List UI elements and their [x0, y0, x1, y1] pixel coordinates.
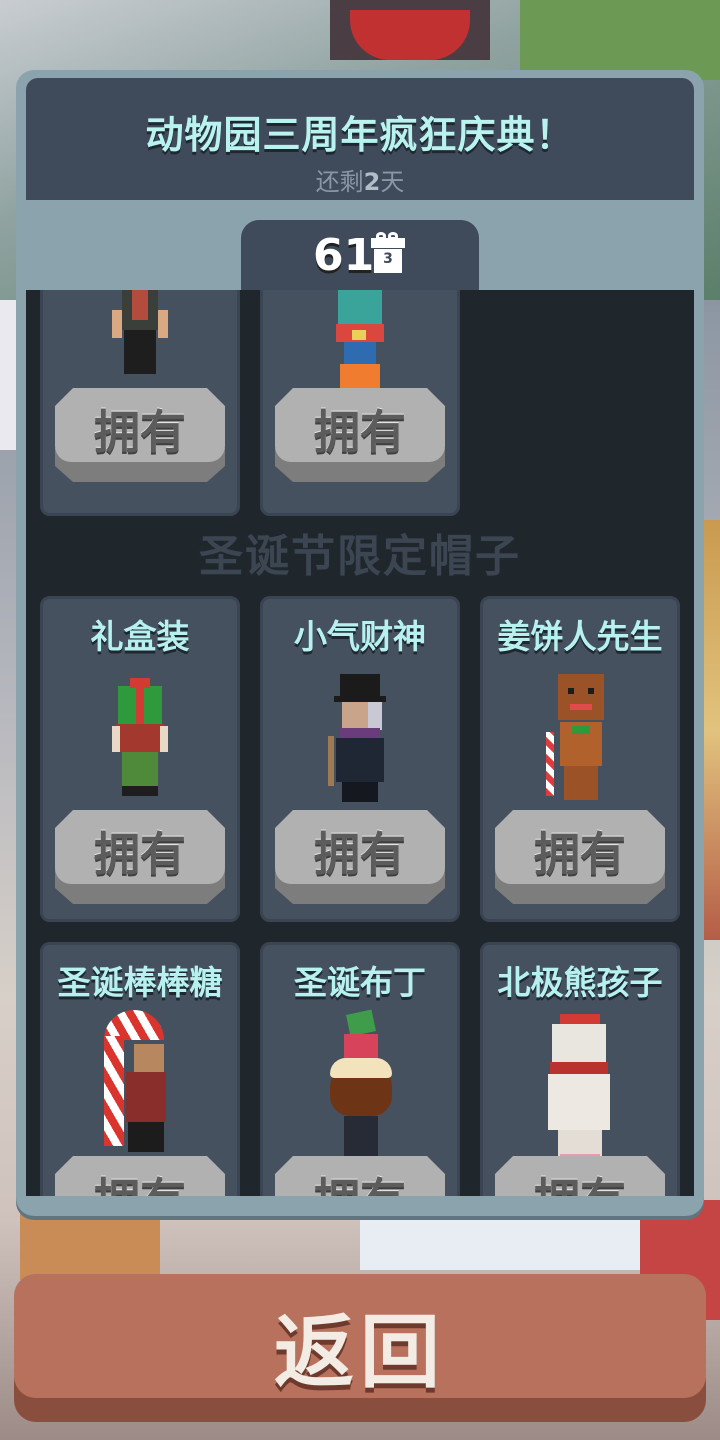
character-avatar [328, 674, 392, 804]
event-title: 动物园三周年疯狂庆典！ [145, 113, 575, 157]
character-avatar [546, 674, 616, 804]
hat-card: 拥有 [260, 290, 460, 516]
hat-name: 圣诞布丁 [294, 963, 426, 1002]
hat-card-gift-box[interactable]: 礼盒装 拥有 [40, 596, 240, 922]
event-header: 动物园三周年疯狂庆典！ 还剩2天 [26, 78, 694, 200]
currency-count: 61 [313, 230, 375, 281]
currency-tab: 61 3 [241, 220, 479, 292]
own-button[interactable]: 拥有 [275, 1156, 445, 1196]
hat-card-candy-cane[interactable]: 圣诞棒棒糖 拥有 [40, 942, 240, 1196]
hat-card-scrooge[interactable]: 小气财神 拥有 [260, 596, 460, 922]
hat-card-polar-bear[interactable]: 北极熊孩子 拥有 [480, 942, 680, 1196]
hat-name: 小气财神 [294, 617, 426, 656]
own-button[interactable]: 拥有 [275, 810, 445, 906]
own-button[interactable]: 拥有 [55, 388, 225, 484]
hat-list[interactable]: 拥有 拥有 圣诞节限定帽子 礼盒装 拥有 小气财神 拥有 姜饼人先生 拥有 圣诞… [26, 290, 694, 1196]
back-button-label: 返回 [274, 1306, 446, 1399]
event-countdown: 还剩2天 [315, 168, 405, 196]
hat-card-gingerbread[interactable]: 姜饼人先生 拥有 [480, 596, 680, 922]
hat-name: 圣诞棒棒糖 [57, 963, 223, 1002]
character-avatar [112, 678, 168, 798]
character-avatar [94, 1010, 184, 1160]
own-button[interactable]: 拥有 [275, 388, 445, 484]
gift-icon: 3 [371, 232, 405, 273]
hat-name: 姜饼人先生 [497, 617, 663, 656]
hat-card-pudding[interactable]: 圣诞布丁 拥有 [260, 942, 460, 1196]
back-button[interactable]: 返回 [14, 1274, 706, 1426]
gift-number: 3 [383, 251, 393, 267]
hat-card: 拥有 [40, 290, 240, 516]
character-avatar [328, 290, 392, 400]
own-button[interactable]: 拥有 [55, 1156, 225, 1196]
event-shop-panel: 动物园三周年疯狂庆典！ 还剩2天 61 3 拥有 拥有 圣诞节限定帽子 礼盒装 … [16, 70, 704, 1216]
own-button[interactable]: 拥有 [495, 810, 665, 906]
section-title: 圣诞节限定帽子 [199, 531, 521, 582]
hat-name: 礼盒装 [90, 617, 190, 656]
character-avatar [326, 1009, 396, 1162]
character-avatar [110, 290, 170, 390]
own-button[interactable]: 拥有 [55, 810, 225, 906]
own-button[interactable]: 拥有 [495, 1156, 665, 1196]
character-avatar [542, 1014, 616, 1164]
hat-name: 北极熊孩子 [497, 963, 663, 1002]
